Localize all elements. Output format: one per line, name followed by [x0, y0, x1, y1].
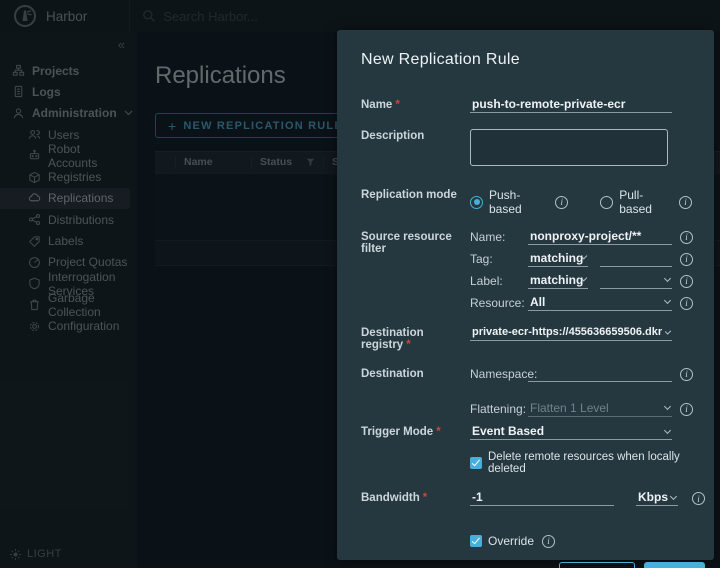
new-replication-rule-modal: New Replication Rule Name* Description R…	[337, 30, 714, 560]
source-filter-label: Source resource filter	[361, 230, 470, 255]
destination-label: Destination	[361, 367, 470, 380]
caret-icon	[582, 254, 587, 259]
filter-tag-input[interactable]	[600, 252, 672, 267]
required-marker: *	[406, 339, 410, 351]
trigger-mode-select[interactable]: Event Based	[470, 425, 672, 440]
override-info-icon[interactable]: i	[542, 535, 555, 548]
description-label: Description	[361, 129, 470, 142]
modal-title: New Replication Rule	[361, 51, 692, 69]
required-marker: *	[395, 99, 399, 111]
flattening-info-icon[interactable]: i	[680, 403, 693, 416]
delete-remote-label: Delete remote resources when locally del…	[488, 451, 692, 475]
filter-name-label: Name:	[470, 230, 528, 244]
caret-icon	[582, 276, 587, 281]
name-label: Name	[361, 99, 392, 111]
bandwidth-label: Bandwidth	[361, 492, 420, 504]
bandwidth-input[interactable]	[470, 491, 614, 506]
bandwidth-info-icon[interactable]: i	[692, 492, 705, 505]
caret-icon	[664, 275, 671, 282]
override-checkbox[interactable]	[470, 535, 482, 547]
push-based-info-icon[interactable]: i	[555, 196, 568, 209]
required-marker: *	[423, 492, 427, 504]
rule-name-input[interactable]	[470, 98, 672, 113]
flattening-label: Flattening:	[470, 402, 528, 416]
delete-remote-checkbox[interactable]	[470, 457, 482, 469]
pull-based-label: Pull-based	[619, 188, 669, 216]
filter-resource-info-icon[interactable]: i	[680, 297, 693, 310]
description-textarea[interactable]	[470, 129, 668, 166]
tag-mode-select[interactable]: matching	[528, 252, 588, 267]
namespace-info-icon[interactable]: i	[680, 368, 693, 381]
caret-icon	[664, 403, 671, 410]
filter-name-input[interactable]	[528, 230, 672, 245]
namespace-input[interactable]	[528, 367, 672, 382]
save-button[interactable]: SAVE	[644, 562, 705, 568]
override-label: Override	[488, 534, 534, 548]
flattening-select[interactable]: Flatten 1 Level	[528, 402, 672, 417]
caret-icon	[664, 426, 671, 433]
cancel-button[interactable]: CANCEL	[559, 562, 635, 568]
bandwidth-unit-select[interactable]: Kbps	[636, 491, 678, 506]
filter-label-label: Label:	[470, 274, 528, 288]
push-based-radio[interactable]	[470, 196, 483, 209]
dest-registry-label: Destination registry	[361, 327, 424, 351]
resource-select[interactable]: All	[528, 296, 672, 311]
required-marker: *	[436, 426, 440, 438]
filter-label-select[interactable]	[600, 274, 672, 289]
caret-icon	[670, 492, 677, 499]
push-based-label: Push-based	[489, 188, 545, 216]
filter-tag-label: Tag:	[470, 252, 528, 266]
caret-icon	[664, 297, 671, 304]
pull-based-info-icon[interactable]: i	[679, 196, 692, 209]
filter-label-info-icon[interactable]: i	[680, 275, 693, 288]
caret-icon	[665, 328, 671, 334]
trigger-mode-label: Trigger Mode	[361, 426, 433, 438]
label-mode-select[interactable]: matching	[528, 274, 588, 289]
filter-name-info-icon[interactable]: i	[680, 231, 693, 244]
filter-resource-label: Resource:	[470, 296, 528, 310]
replication-mode-label: Replication mode	[361, 188, 470, 201]
namespace-label: Namespace:	[470, 367, 528, 381]
dest-registry-select[interactable]: private-ecr-https://455636659506.dkr.ecr…	[470, 326, 672, 341]
filter-tag-info-icon[interactable]: i	[680, 253, 693, 266]
pull-based-radio[interactable]	[600, 196, 613, 209]
